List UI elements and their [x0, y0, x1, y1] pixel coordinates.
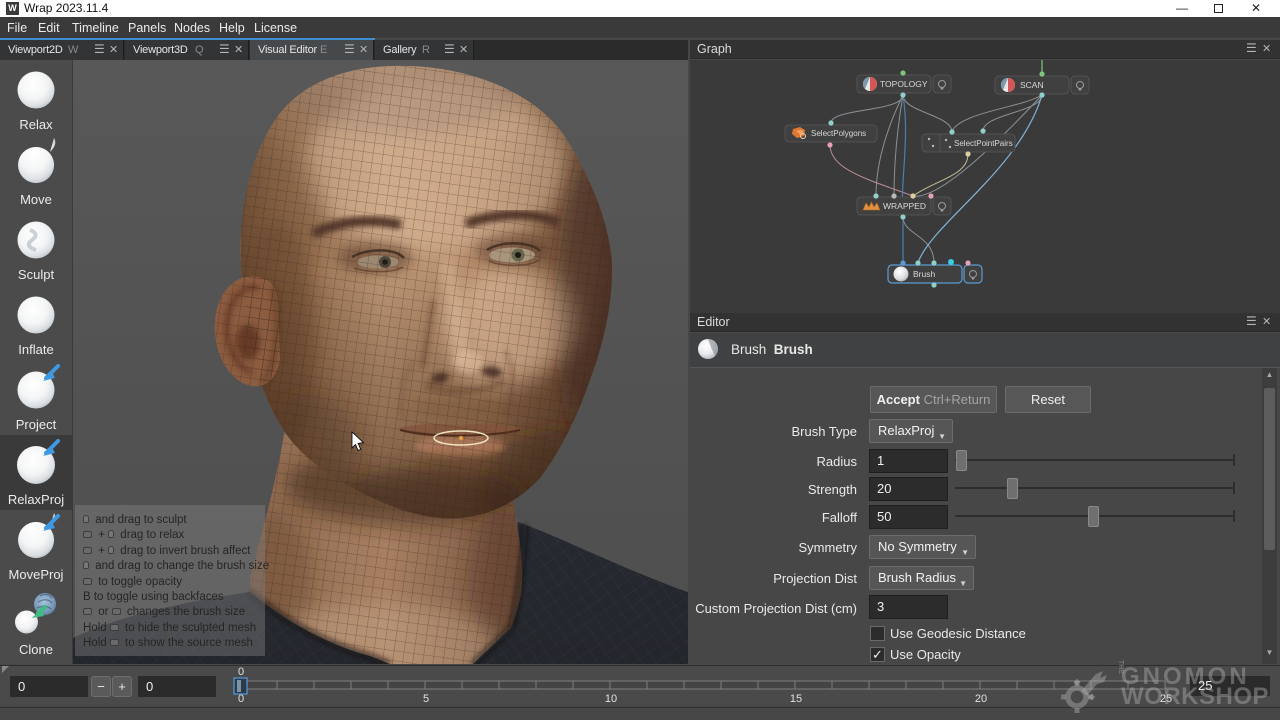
svg-text:Brush: Brush	[913, 269, 935, 279]
svg-text:SelectPolygons: SelectPolygons	[811, 129, 866, 138]
svg-text:WRAPPED: WRAPPED	[883, 201, 926, 211]
svg-text:SCAN: SCAN	[1020, 80, 1044, 90]
svg-text:SelectPointPairs: SelectPointPairs	[954, 139, 1013, 148]
svg-text:TOPOLOGY: TOPOLOGY	[880, 79, 928, 89]
